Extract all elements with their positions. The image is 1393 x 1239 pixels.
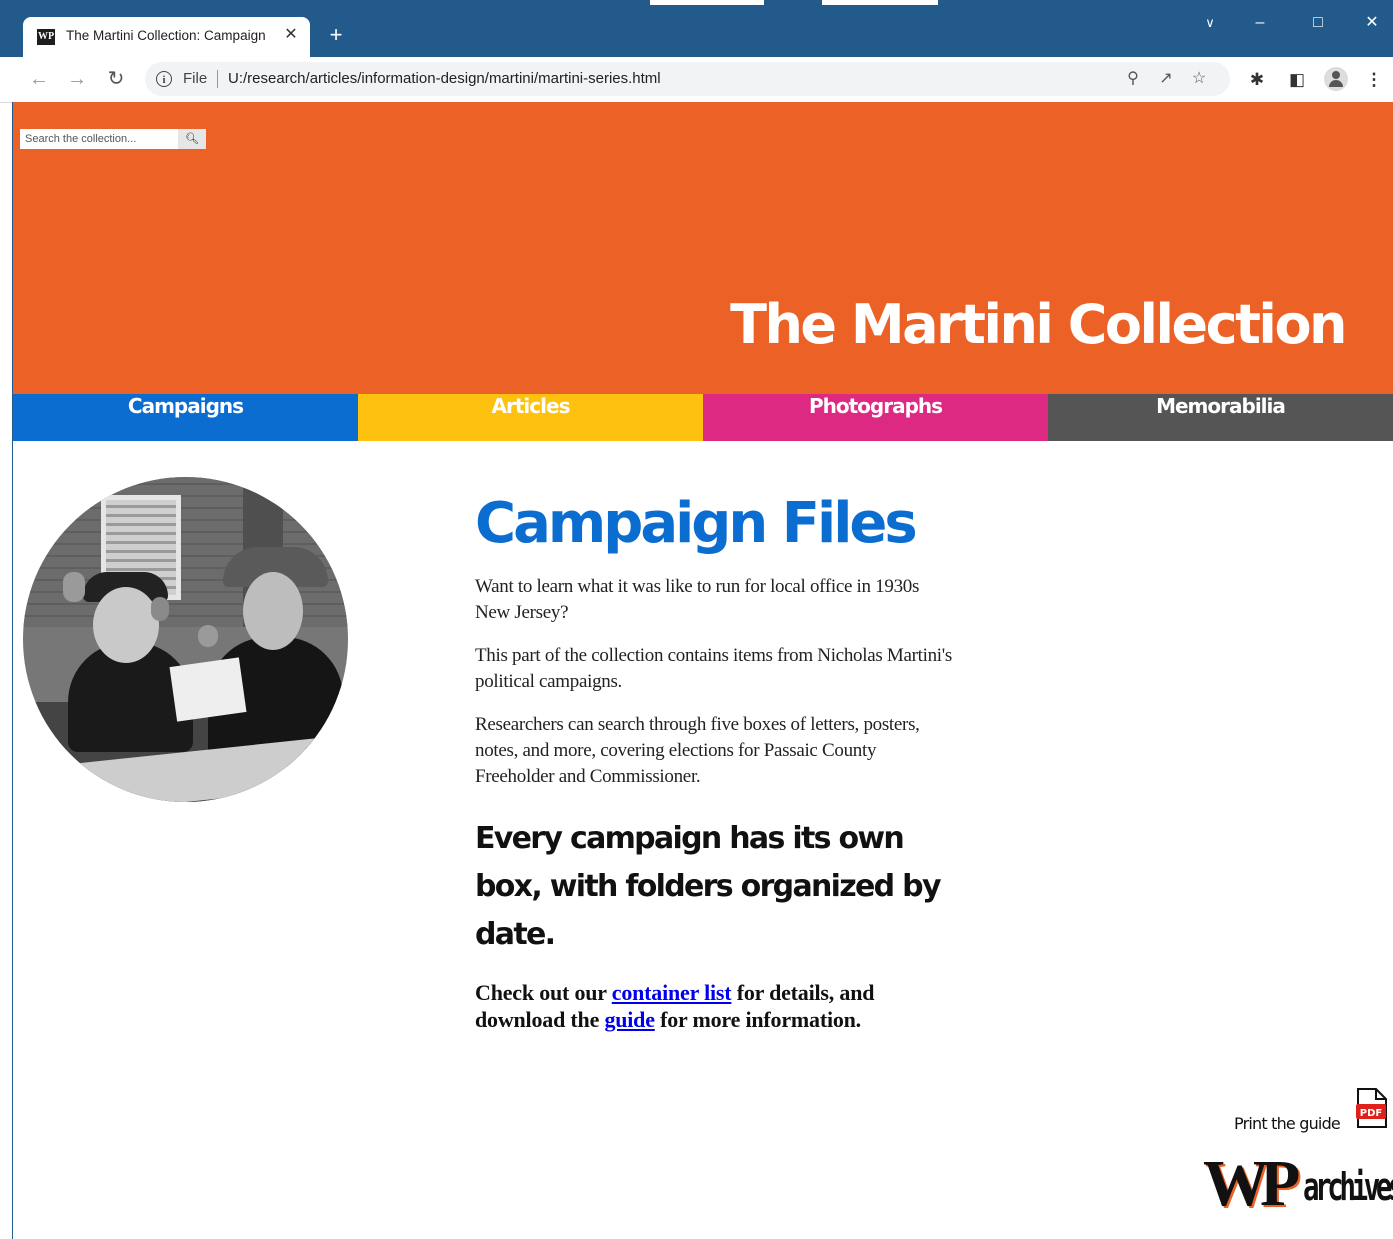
logo-mark: WP	[1203, 1147, 1300, 1220]
menu-kebab-icon[interactable]: ⋮	[1362, 68, 1386, 92]
close-window-button[interactable]: ✕	[1352, 8, 1392, 38]
search-button[interactable]: 🔍︎	[178, 129, 206, 149]
reload-icon[interactable]: ↻	[104, 67, 128, 91]
subheading: Every campaign has its own box, with fol…	[475, 821, 942, 952]
bookmark-star-icon[interactable]: ☆	[1188, 68, 1210, 90]
page-title: Campaign Files	[475, 491, 918, 556]
cta-text: Check out our	[475, 980, 612, 1005]
address-bar[interactable]: i File U:/research/articles/information-…	[145, 62, 1230, 96]
browser-tab-strip: WP The Martini Collection: Campaign ✕ + …	[0, 0, 1393, 57]
main-nav: Campaigns Articles Photographs Memorabil…	[13, 394, 1393, 441]
guide-link[interactable]: guide	[604, 1007, 655, 1032]
intro-paragraph: Want to learn what it was like to run fo…	[475, 576, 920, 623]
site-title: The Martini Collection	[730, 293, 1347, 356]
print-guide-label[interactable]: Print the guide	[1234, 1114, 1341, 1133]
logo-word: archives	[1303, 1165, 1393, 1209]
main-content: Campaign Files Want to learn what it was…	[475, 482, 955, 1033]
url-text[interactable]: U:/research/articles/information-design/…	[228, 70, 661, 87]
browser-tab[interactable]: WP The Martini Collection: Campaign ✕	[23, 17, 310, 57]
tab-strip-mark	[822, 0, 938, 5]
nav-campaigns[interactable]: Campaigns	[13, 394, 358, 441]
profile-avatar-icon[interactable]	[1324, 67, 1348, 91]
tab-search-chevron-icon[interactable]: ∨	[1190, 8, 1230, 38]
nav-articles[interactable]: Articles	[358, 394, 703, 441]
tab-title: The Martini Collection: Campaign	[66, 28, 266, 43]
zoom-icon[interactable]: ⚲	[1122, 68, 1144, 90]
svg-text:PDF: PDF	[1360, 1108, 1382, 1119]
side-panel-icon[interactable]: ◧	[1285, 68, 1309, 92]
browser-toolbar: ← → ↻ i File U:/research/articles/inform…	[0, 57, 1393, 103]
collection-paragraph: This part of the collection contains ite…	[475, 645, 952, 692]
campaign-photo	[23, 477, 348, 802]
url-divider	[217, 70, 218, 88]
share-icon[interactable]: ↗	[1155, 68, 1177, 90]
tab-strip-mark	[650, 0, 764, 5]
research-paragraph: Researchers can search through five boxe…	[475, 714, 920, 787]
hero-banner: 🔍︎ The Martini Collection	[13, 102, 1393, 394]
pdf-file-icon[interactable]: PDF	[1354, 1087, 1390, 1129]
call-to-action: Check out our container list for details…	[475, 979, 955, 1033]
minimize-window-button[interactable]: –	[1240, 8, 1280, 38]
maximize-window-button[interactable]: □	[1298, 8, 1338, 38]
nav-photographs[interactable]: Photographs	[703, 394, 1048, 441]
wp-archives-logo[interactable]: WP archives	[1203, 1147, 1393, 1220]
nav-memorabilia[interactable]: Memorabilia	[1048, 394, 1393, 441]
back-arrow-icon[interactable]: ←	[27, 67, 51, 91]
extensions-puzzle-icon[interactable]: ✱	[1245, 68, 1269, 92]
forward-arrow-icon[interactable]: →	[65, 67, 89, 91]
favicon-icon: WP	[37, 29, 55, 45]
file-label: File	[183, 70, 208, 87]
new-tab-button[interactable]: +	[325, 24, 347, 46]
search-input[interactable]	[20, 129, 178, 149]
search-icon: 🔍︎	[185, 133, 199, 145]
info-icon[interactable]: i	[156, 71, 172, 87]
cta-text: for more information.	[654, 1007, 861, 1032]
container-list-link[interactable]: container list	[612, 980, 732, 1005]
close-tab-icon[interactable]: ✕	[281, 25, 301, 45]
page: 🔍︎ The Martini Collection Campaigns Arti…	[13, 102, 1393, 1239]
